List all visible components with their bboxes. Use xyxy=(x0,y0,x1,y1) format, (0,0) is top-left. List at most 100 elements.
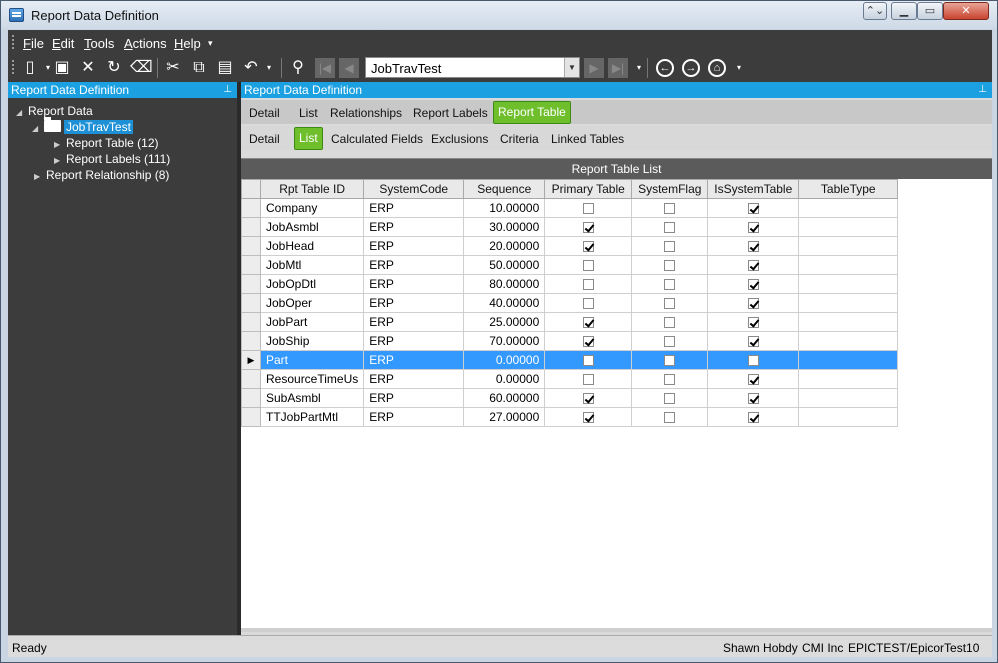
cell-tabletype[interactable] xyxy=(798,350,899,370)
menu-actions[interactable]: Actions xyxy=(124,36,167,51)
refresh-icon[interactable]: ↻ xyxy=(104,58,124,78)
column-header-tabletype[interactable]: TableType xyxy=(798,179,899,199)
cell-rpt-table-id[interactable]: SubAsmbl xyxy=(259,388,365,408)
row-selector[interactable] xyxy=(241,369,261,389)
cell-sequence[interactable]: 0.00000 xyxy=(463,350,546,370)
row-pointer-icon[interactable]: ▶ xyxy=(241,350,261,370)
table-row[interactable]: JobShip ERP 70.00000 xyxy=(241,331,899,351)
table-row[interactable]: JobAsmbl ERP 30.00000 xyxy=(241,217,899,237)
cell-tabletype[interactable] xyxy=(798,369,899,389)
menu-file[interactable]: File xyxy=(23,36,44,51)
clear-icon[interactable]: ⌫ xyxy=(130,58,153,78)
menu-help[interactable]: Help xyxy=(174,36,201,51)
cell-sequence[interactable]: 70.00000 xyxy=(463,331,546,351)
cell-tabletype[interactable] xyxy=(798,217,899,237)
cell-sequence[interactable]: 80.00000 xyxy=(463,274,546,294)
cell-sequence[interactable]: 10.00000 xyxy=(463,198,546,218)
menu-overflow-icon[interactable]: ▾ xyxy=(208,38,213,49)
systemflag-checkbox[interactable] xyxy=(664,412,676,424)
expanded-triangle-icon[interactable]: ◢ xyxy=(16,105,28,121)
table-row[interactable]: JobHead ERP 20.00000 xyxy=(241,236,899,256)
cut-icon[interactable]: ✂ xyxy=(163,58,183,78)
home-icon[interactable]: ⌂ xyxy=(708,59,726,77)
column-header-rpt-table-id[interactable]: Rpt Table ID xyxy=(259,179,365,199)
table-row[interactable]: JobOper ERP 40.00000 xyxy=(241,293,899,313)
cell-systemcode[interactable]: ERP xyxy=(363,274,465,294)
cell-rpt-table-id[interactable]: JobOpDtl xyxy=(259,274,365,294)
systemflag-checkbox[interactable] xyxy=(664,355,676,367)
cell-tabletype[interactable] xyxy=(798,255,899,275)
cell-rpt-table-id[interactable]: Part xyxy=(259,350,365,370)
primary-table-checkbox[interactable] xyxy=(582,222,594,234)
table-row[interactable]: JobMtl ERP 50.00000 xyxy=(241,255,899,275)
issystemtable-checkbox[interactable] xyxy=(747,203,759,215)
primary-table-checkbox[interactable] xyxy=(582,241,594,253)
primary-table-checkbox[interactable] xyxy=(582,374,594,386)
primary-table-checkbox[interactable] xyxy=(582,279,594,291)
cell-rpt-table-id[interactable]: TTJobPartMtl xyxy=(259,407,365,427)
issystemtable-checkbox[interactable] xyxy=(747,336,759,348)
cell-systemcode[interactable]: ERP xyxy=(363,312,465,332)
row-selector[interactable] xyxy=(241,312,261,332)
issystemtable-checkbox[interactable] xyxy=(747,279,759,291)
table-row[interactable]: ResourceTimeUs ERP 0.00000 xyxy=(241,369,899,389)
next-record-icon[interactable]: ▶ xyxy=(584,58,604,78)
cell-systemcode[interactable]: ERP xyxy=(363,255,465,275)
cell-tabletype[interactable] xyxy=(798,274,899,294)
cell-systemcode[interactable]: ERP xyxy=(363,407,465,427)
tree-item-report-data[interactable]: ◢ Report Data xyxy=(16,103,93,119)
issystemtable-checkbox[interactable] xyxy=(747,241,759,253)
issystemtable-checkbox[interactable] xyxy=(747,317,759,329)
cell-systemcode[interactable]: ERP xyxy=(363,236,465,256)
maximize-button[interactable]: ▭ xyxy=(917,2,943,20)
systemflag-checkbox[interactable] xyxy=(664,298,676,310)
table-row[interactable]: SubAsmbl ERP 60.00000 xyxy=(241,388,899,408)
chevron-down-icon[interactable]: ▼ xyxy=(564,58,579,77)
cell-sequence[interactable]: 50.00000 xyxy=(463,255,546,275)
row-selector[interactable] xyxy=(241,198,261,218)
copy-icon[interactable]: ⧉ xyxy=(189,58,209,78)
menu-edit[interactable]: Edit xyxy=(52,36,74,51)
subtab-exclusions[interactable]: Exclusions xyxy=(428,130,491,150)
issystemtable-checkbox[interactable] xyxy=(747,374,759,386)
minimize-button[interactable]: ▁ xyxy=(891,2,917,20)
last-record-icon[interactable]: ▶| xyxy=(608,58,628,78)
column-header-systemcode[interactable]: SystemCode xyxy=(363,179,465,199)
primary-table-checkbox[interactable] xyxy=(582,393,594,405)
tab-relationships[interactable]: Relationships xyxy=(327,104,405,124)
cell-rpt-table-id[interactable]: JobHead xyxy=(259,236,365,256)
cell-rpt-table-id[interactable]: JobOper xyxy=(259,293,365,313)
cell-systemcode[interactable]: ERP xyxy=(363,217,465,237)
cell-systemcode[interactable]: ERP xyxy=(363,388,465,408)
save-icon[interactable]: ▣ xyxy=(52,58,72,78)
table-row[interactable]: JobPart ERP 25.00000 xyxy=(241,312,899,332)
column-header-systemflag[interactable]: SystemFlag xyxy=(631,179,709,199)
cell-tabletype[interactable] xyxy=(798,312,899,332)
collapsed-triangle-icon[interactable]: ▶ xyxy=(34,169,46,185)
issystemtable-checkbox[interactable] xyxy=(747,222,759,234)
new-icon[interactable]: ▯ xyxy=(20,58,40,78)
primary-table-checkbox[interactable] xyxy=(582,355,594,367)
row-selector[interactable] xyxy=(241,274,261,294)
cell-sequence[interactable]: 25.00000 xyxy=(463,312,546,332)
subtab-detail[interactable]: Detail xyxy=(246,130,283,150)
search-binoculars-icon[interactable]: ⚲ xyxy=(288,58,308,78)
primary-table-checkbox[interactable] xyxy=(582,317,594,329)
primary-table-checkbox[interactable] xyxy=(582,336,594,348)
nav-dropdown-icon[interactable]: ▾ xyxy=(629,58,649,78)
cell-rpt-table-id[interactable]: Company xyxy=(259,198,365,218)
table-row[interactable]: Company ERP 10.00000 xyxy=(241,198,899,218)
systemflag-checkbox[interactable] xyxy=(664,374,676,386)
subtab-criteria[interactable]: Criteria xyxy=(497,130,542,150)
systemflag-checkbox[interactable] xyxy=(664,222,676,234)
cell-sequence[interactable]: 20.00000 xyxy=(463,236,546,256)
table-row[interactable]: JobOpDtl ERP 80.00000 xyxy=(241,274,899,294)
table-row[interactable]: ▶ Part ERP 0.00000 xyxy=(241,350,899,370)
cell-sequence[interactable]: 60.00000 xyxy=(463,388,546,408)
tree-item-report-labels[interactable]: ▶ Report Labels (111) xyxy=(54,151,170,167)
overflow-dropdown-icon[interactable]: ▾ xyxy=(729,58,749,78)
table-row[interactable]: TTJobPartMtl ERP 27.00000 xyxy=(241,407,899,427)
row-selector[interactable] xyxy=(241,255,261,275)
cell-rpt-table-id[interactable]: JobShip xyxy=(259,331,365,351)
cell-tabletype[interactable] xyxy=(798,236,899,256)
